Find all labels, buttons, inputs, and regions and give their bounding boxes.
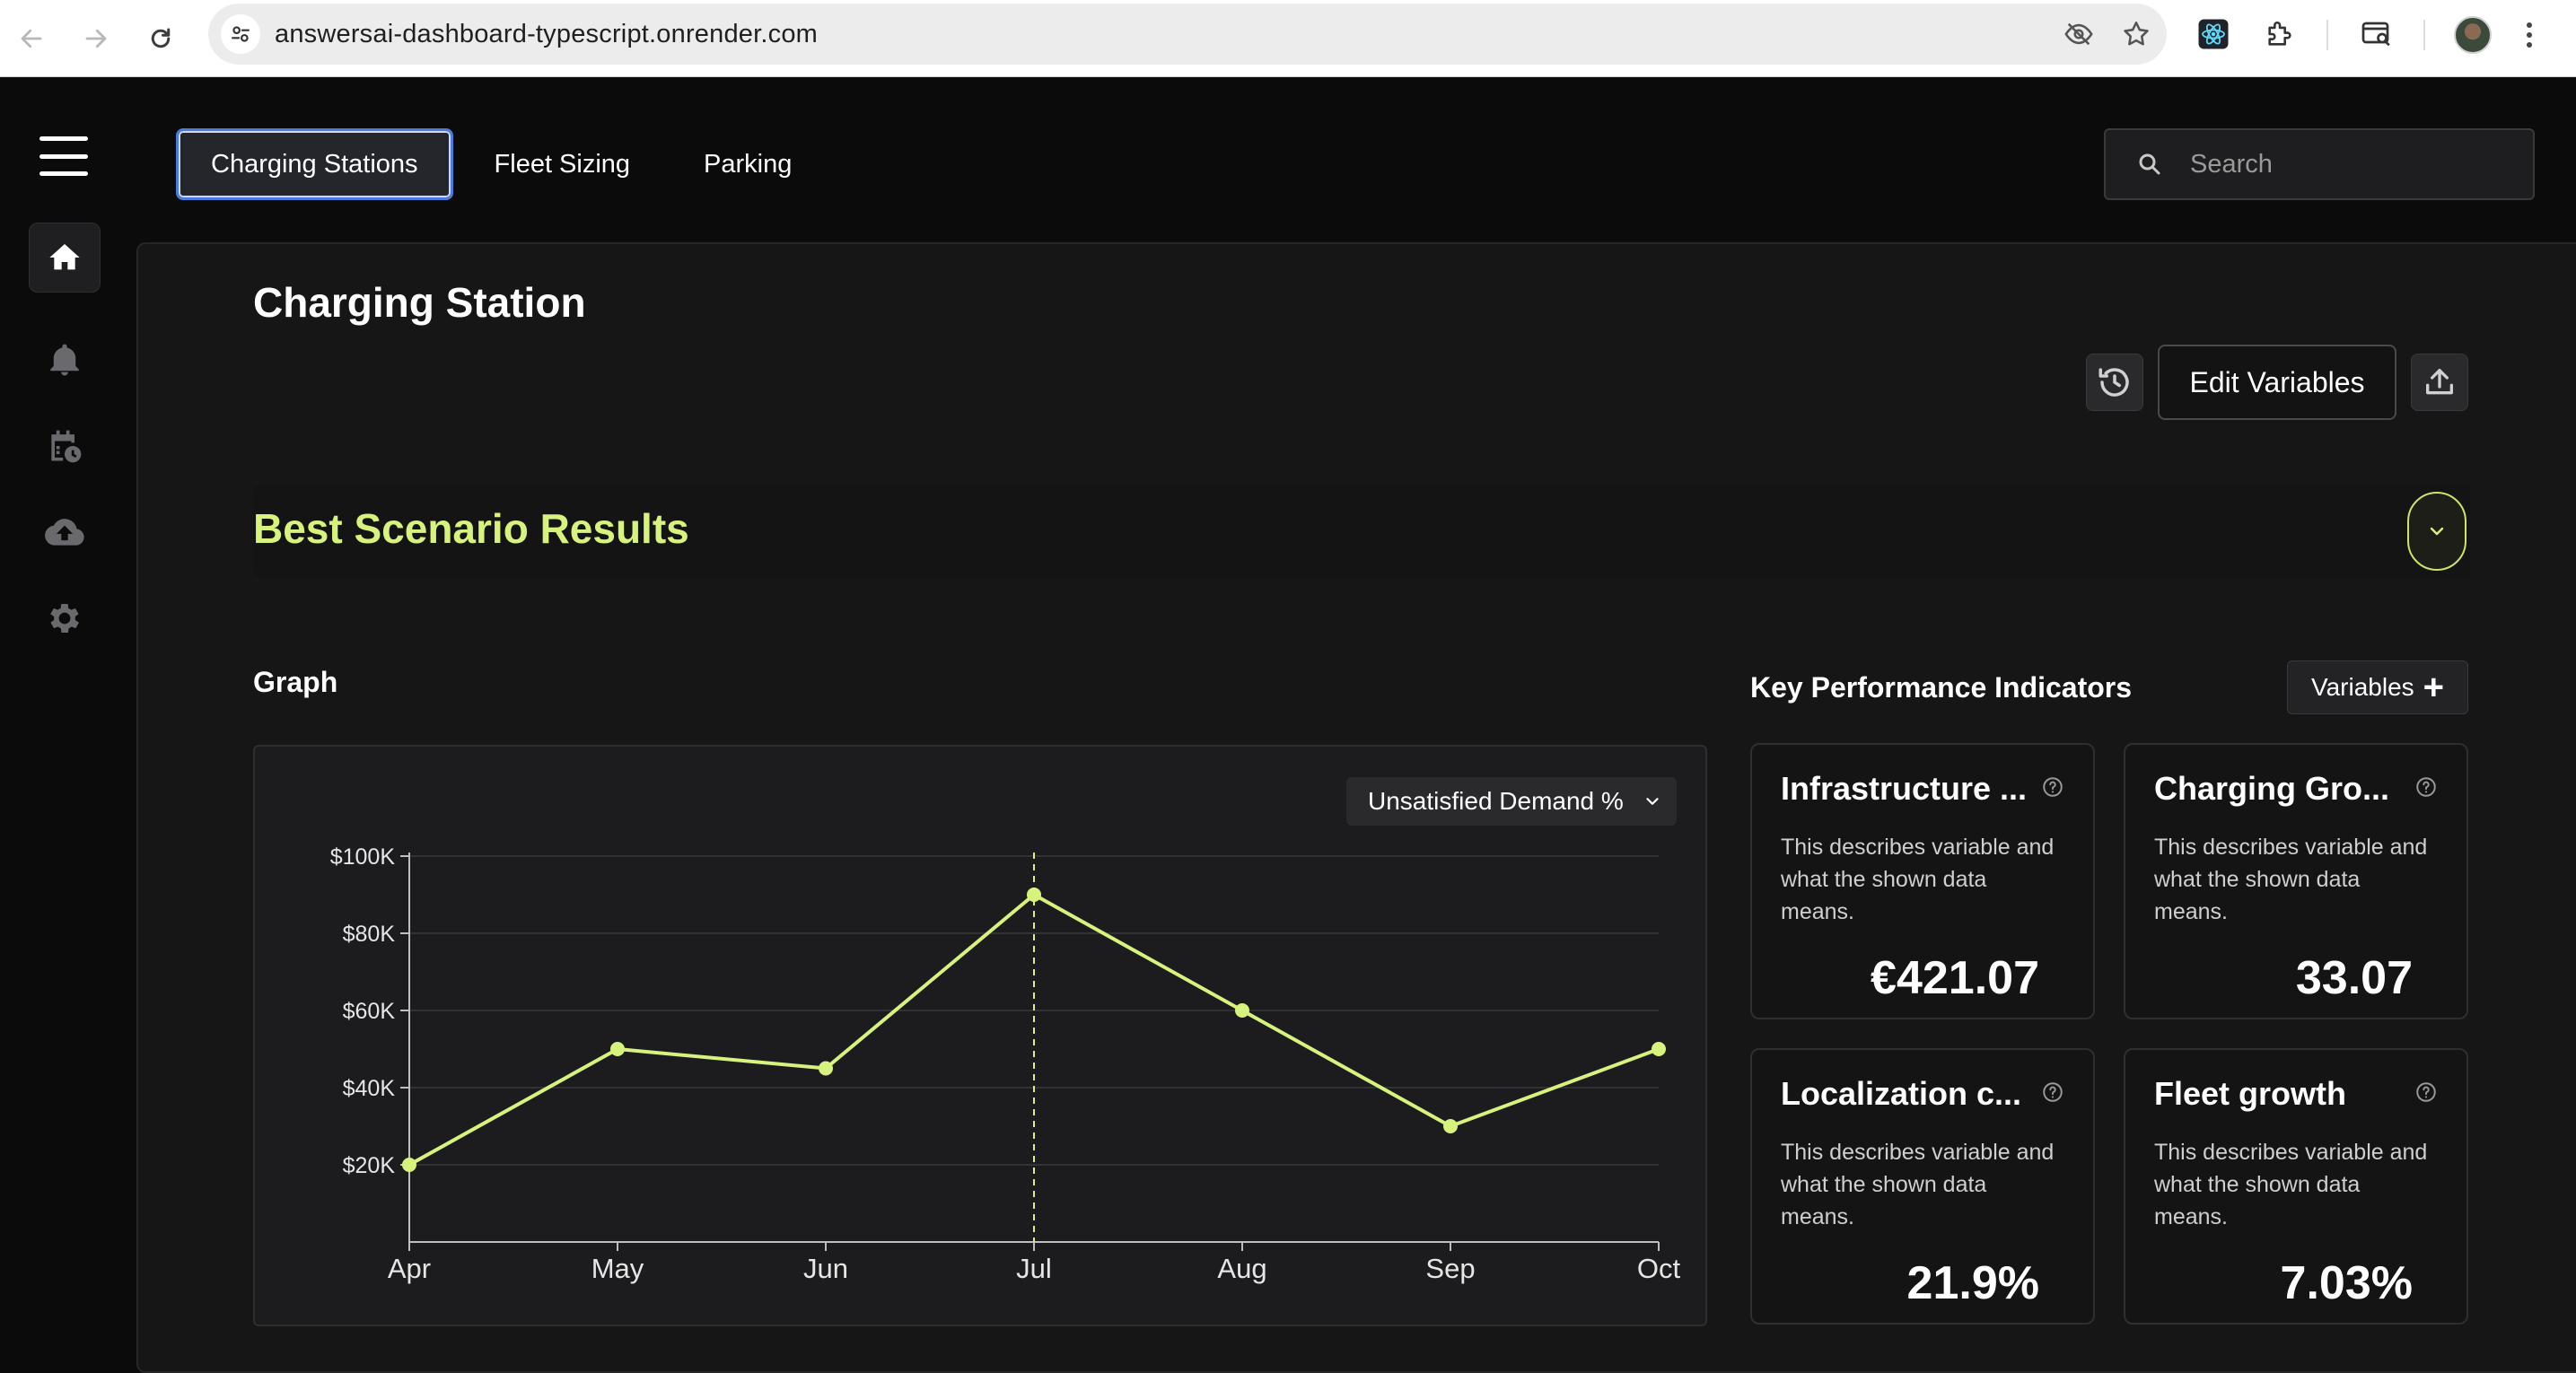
browser-menu-button[interactable] <box>2520 13 2538 57</box>
page-title: Charging Station <box>253 279 586 326</box>
metric-select[interactable]: Unsatisfied Demand % <box>1346 777 1677 826</box>
data-point <box>1027 888 1041 902</box>
kpi-card-description: This describes variable and what the sho… <box>2154 1140 2428 1229</box>
toolbar-divider <box>2423 20 2425 50</box>
tune-icon <box>232 26 250 42</box>
x-tick-label: Sep <box>1425 1253 1475 1284</box>
chevron-down-icon <box>2430 527 2444 536</box>
collapse-toggle-button[interactable] <box>2407 492 2466 571</box>
x-tick-label: Oct <box>1637 1253 1681 1284</box>
cloud-upload-icon <box>45 519 84 546</box>
y-tick-label: $80K <box>343 922 396 947</box>
browser-toolbar: answersai-dashboard-typescript.onrender.… <box>0 0 2576 77</box>
kpi-card: Fleet growth This describes variable and… <box>2124 1048 2468 1325</box>
variables-button-label: Variables <box>2310 673 2414 701</box>
data-point <box>819 1061 833 1076</box>
top-navigation: Charging Stations Fleet Sizing Parking <box>176 128 833 200</box>
address-bar[interactable]: answersai-dashboard-typescript.onrender.… <box>208 4 2167 65</box>
history-icon <box>2098 368 2129 397</box>
kpi-card-value: 7.03% <box>2280 1257 2413 1309</box>
sidebar-item-home[interactable] <box>29 223 101 293</box>
y-tick-label: $40K <box>343 1076 396 1101</box>
eye-off-icon[interactable] <box>2061 16 2097 52</box>
sidebar-item-schedule[interactable] <box>29 411 101 481</box>
url-text: answersai-dashboard-typescript.onrender.… <box>275 20 819 48</box>
profile-avatar[interactable] <box>2454 16 2492 54</box>
help-circle-icon[interactable] <box>2041 1080 2064 1104</box>
y-tick-label: $20K <box>343 1153 396 1178</box>
forward-button[interactable] <box>72 14 120 63</box>
arrow-left-icon <box>21 29 42 48</box>
data-point <box>1443 1119 1458 1133</box>
history-button[interactable] <box>2086 354 2143 411</box>
kpi-card-description: This describes variable and what the sho… <box>2154 835 2428 924</box>
hamburger-menu-button[interactable] <box>39 136 88 176</box>
upload-icon <box>2426 369 2453 395</box>
add-variables-button[interactable]: Variables + <box>2287 660 2468 714</box>
reload-icon <box>151 28 171 48</box>
kpi-card-description: This describes variable and what the sho… <box>1781 835 2055 924</box>
x-tick-label: Apr <box>388 1253 431 1284</box>
x-tick-label: May <box>591 1253 644 1284</box>
react-devtools-icon[interactable] <box>2194 14 2233 54</box>
extensions-puzzle-icon[interactable] <box>2260 14 2300 54</box>
kpi-card-title: Localization c... <box>1781 1075 2022 1112</box>
site-info-button[interactable] <box>221 14 260 54</box>
gear-icon <box>50 604 79 633</box>
data-point <box>1235 1003 1249 1018</box>
x-tick-label: Aug <box>1217 1253 1266 1284</box>
export-button[interactable] <box>2411 354 2468 411</box>
help-circle-icon[interactable] <box>2414 1080 2438 1104</box>
graph-label: Graph <box>253 666 338 698</box>
data-point <box>402 1158 416 1172</box>
bookmark-star-icon[interactable] <box>2118 16 2154 52</box>
edit-variables-button[interactable]: Edit Variables <box>2158 345 2396 420</box>
arrow-right-icon <box>85 29 107 48</box>
kpi-card-value: €421.07 <box>1871 952 2039 1004</box>
search-input[interactable]: Search <box>2104 128 2535 200</box>
calendar-clock-icon <box>51 430 82 463</box>
kpi-card-value: 21.9% <box>1906 1257 2039 1309</box>
kpi-heading: Key Performance Indicators <box>1750 671 2133 704</box>
kpi-card: Infrastructure ... This describes variab… <box>1750 743 2095 1019</box>
kpi-card: Charging Gro... This describes variable … <box>2124 743 2468 1019</box>
kpi-card-title: Charging Gro... <box>2154 770 2390 807</box>
line-chart: $20K $40K $60K $80K $100K Apr May Jun Jul Aug Sep O… <box>330 844 1681 1284</box>
metric-select-value: Unsatisfied Demand % <box>1368 787 1624 815</box>
sidebar-item-upload[interactable] <box>29 497 101 567</box>
kpi-card-description: This describes variable and what the sho… <box>1781 1140 2055 1229</box>
toolbar-divider <box>2326 20 2328 50</box>
help-circle-icon[interactable] <box>2041 775 2064 799</box>
tab-search-icon[interactable] <box>2357 14 2396 54</box>
search-icon <box>2136 149 2167 179</box>
tab-parking[interactable]: Parking <box>671 128 824 200</box>
tab-fleet-sizing[interactable]: Fleet Sizing <box>462 128 663 200</box>
tab-charging-stations[interactable]: Charging Stations <box>176 128 453 200</box>
chevron-down-icon <box>1646 798 1659 805</box>
back-button[interactable] <box>7 14 56 63</box>
kpi-card-title: Infrastructure ... <box>1781 770 2028 807</box>
kpi-card-value: 33.07 <box>2295 952 2413 1004</box>
sidebar <box>0 77 135 1359</box>
y-tick-label: $60K <box>343 999 396 1024</box>
scenario-title: Best Scenario Results <box>253 505 689 552</box>
search-placeholder: Search <box>2190 149 2273 179</box>
sidebar-item-settings[interactable] <box>29 583 101 653</box>
home-icon <box>49 244 80 270</box>
reload-button[interactable] <box>136 14 185 63</box>
kpi-card: Localization c... This describes variabl… <box>1750 1048 2095 1325</box>
data-point <box>610 1042 625 1056</box>
x-tick-label: Jul <box>1016 1253 1052 1284</box>
bell-icon <box>50 344 79 376</box>
y-tick-label: $100K <box>330 844 396 870</box>
help-circle-icon[interactable] <box>2414 775 2438 799</box>
sidebar-item-notifications[interactable] <box>29 325 101 395</box>
x-tick-label: Jun <box>803 1253 848 1284</box>
plus-icon: + <box>2423 668 2444 707</box>
data-point <box>1652 1042 1666 1056</box>
kpi-card-title: Fleet growth <box>2154 1075 2346 1112</box>
